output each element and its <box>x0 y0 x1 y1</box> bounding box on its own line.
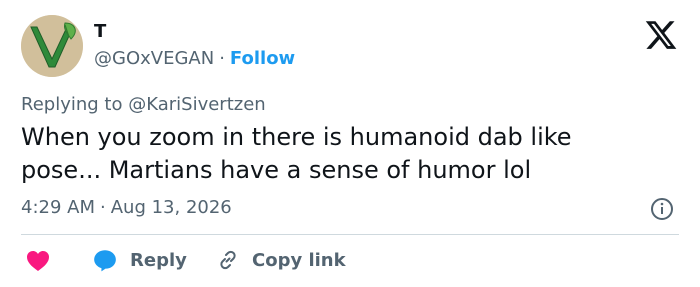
tweet-date: Aug 13, 2026 <box>110 197 232 218</box>
reply-button[interactable]: Reply <box>92 245 187 275</box>
display-name[interactable]: T <box>94 20 106 44</box>
link-icon <box>220 250 236 270</box>
vegan-v-logo-icon <box>21 15 83 77</box>
reply-label: Reply <box>130 249 187 271</box>
tweet-card: T @GOxVEGAN · Follow Replying to @KariSive… <box>0 0 700 287</box>
reply-context: Replying to @KariSivertzen <box>21 93 266 117</box>
tweet-time: 4:29 AM <box>21 197 95 218</box>
reply-prefix: Replying to <box>21 94 123 115</box>
copy-link-button[interactable]: Copy link <box>216 245 346 275</box>
timestamp[interactable]: 4:29 AM · Aug 13, 2026 <box>21 196 232 220</box>
action-bar: Reply Copy link <box>0 245 700 275</box>
heart-icon[interactable] <box>26 250 50 272</box>
avatar[interactable] <box>21 15 83 77</box>
reply-mention[interactable]: @KariSivertzen <box>128 94 265 115</box>
timestamp-separator: · <box>100 197 106 218</box>
speech-bubble-icon <box>94 250 116 272</box>
follow-button[interactable]: Follow <box>230 48 295 69</box>
x-logo-icon[interactable] <box>644 18 678 52</box>
copy-link-label: Copy link <box>252 249 346 271</box>
divider <box>21 234 679 235</box>
separator-dot: · <box>219 48 225 69</box>
handle-row: @GOxVEGAN · Follow <box>94 47 295 71</box>
info-icon[interactable] <box>650 197 674 221</box>
user-handle[interactable]: @GOxVEGAN <box>94 48 214 69</box>
tweet-text: When you zoom in there is humanoid dab l… <box>21 123 572 184</box>
